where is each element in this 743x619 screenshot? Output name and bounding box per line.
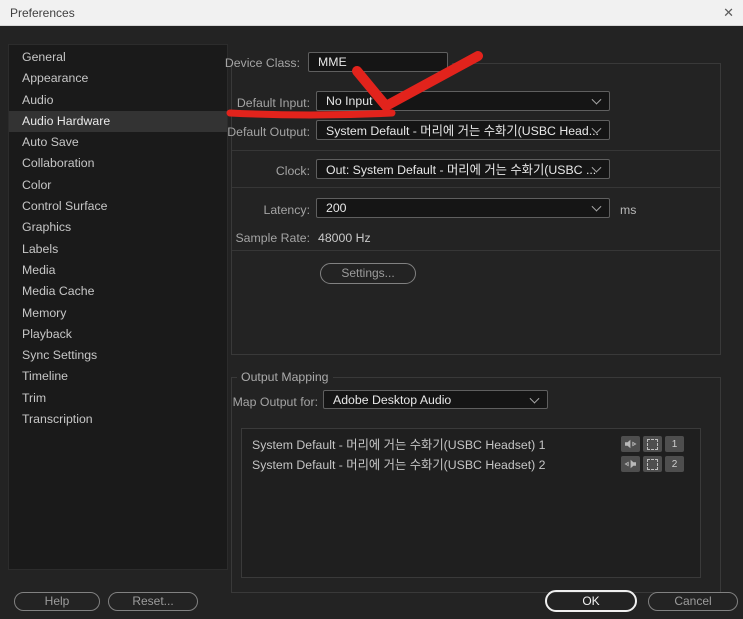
sidebar-item-memory[interactable]: Memory	[9, 303, 227, 324]
channel-name: System Default - 머리에 거는 수화기(USBC Headset…	[252, 458, 546, 472]
clock-label: Clock:	[275, 164, 310, 178]
channel-number-button[interactable]: 2	[665, 456, 684, 472]
channel-speaker-button[interactable]	[621, 456, 640, 472]
map-output-for-dropdown[interactable]: Adobe Desktop Audio	[323, 390, 548, 409]
sidebar-item-auto-save[interactable]: Auto Save	[9, 132, 227, 153]
sidebar-item-label: Collaboration	[22, 156, 95, 171]
chevron-down-icon	[591, 94, 602, 105]
sample-rate-label: Sample Rate:	[235, 231, 310, 245]
channel-map-button[interactable]	[643, 456, 662, 472]
latency-unit: ms	[620, 203, 637, 217]
sidebar-item-collaboration[interactable]: Collaboration	[9, 153, 227, 174]
sidebar-item-transcription[interactable]: Transcription	[9, 409, 227, 430]
chevron-down-icon	[529, 393, 540, 404]
chevron-down-icon	[591, 201, 602, 212]
default-input-dropdown[interactable]: No Input	[316, 91, 610, 111]
channel-name: System Default - 머리에 거는 수화기(USBC Headset…	[252, 438, 546, 452]
reset-button[interactable]: Reset...	[108, 592, 198, 611]
sidebar-item-label: Appearance	[22, 71, 89, 86]
sidebar-item-playback[interactable]: Playback	[9, 324, 227, 345]
channel-speaker-button[interactable]	[621, 436, 640, 452]
default-input-label: Default Input:	[236, 96, 310, 110]
sidebar-item-label: General	[22, 50, 66, 64]
sidebar-item-audio-hardware[interactable]: Audio Hardware	[9, 110, 227, 133]
latency-label: Latency:	[263, 203, 311, 217]
speaker-icon	[625, 439, 637, 449]
sidebar-item-trim[interactable]: Trim	[9, 388, 227, 409]
sidebar-item-media-cache[interactable]: Media Cache	[9, 281, 227, 302]
default-output-value: System Default - 머리에 거는 수화기(USBC Head...	[326, 124, 599, 138]
sidebar-item-label: Audio	[22, 92, 54, 107]
sidebar-item-color[interactable]: Color	[9, 175, 227, 196]
divider	[232, 250, 720, 251]
channel-map-button[interactable]	[643, 436, 662, 452]
sidebar-item-label: Memory	[22, 305, 67, 320]
cancel-button[interactable]: Cancel	[648, 592, 738, 611]
sidebar-item-label: Sync Settings	[22, 348, 98, 363]
output-mapping-section-label: Output Mapping	[237, 370, 333, 384]
sidebar: General Appearance Audio Audio Hardware Auto…	[8, 44, 228, 570]
mapping-square-icon	[647, 438, 658, 450]
mapping-square-icon	[647, 458, 658, 470]
clock-dropdown[interactable]: Out: System Default - 머리에 거는 수화기(USBC ..…	[316, 159, 610, 179]
sidebar-item-label: Color	[22, 177, 52, 192]
divider	[232, 150, 720, 151]
channel-buttons: 2	[621, 456, 684, 472]
settings-button[interactable]: Settings...	[320, 263, 416, 284]
sidebar-item-label: Control Surface	[22, 199, 108, 214]
sidebar-item-label: Timeline	[22, 369, 69, 384]
default-output-label: Default Output:	[227, 125, 310, 139]
sidebar-item-label: Graphics	[22, 220, 72, 235]
speaker-icon	[624, 459, 636, 469]
ok-button[interactable]: OK	[545, 590, 637, 612]
sample-rate-value: 48000 Hz	[318, 231, 371, 245]
sidebar-item-label: Media Cache	[22, 284, 95, 299]
sidebar-item-sync-settings[interactable]: Sync Settings	[9, 345, 227, 366]
device-class-dropdown[interactable]: MME	[308, 52, 448, 72]
channel-buttons: 1	[621, 436, 684, 452]
sidebar-item-timeline[interactable]: Timeline	[9, 366, 227, 387]
sidebar-item-label: Media	[22, 262, 56, 277]
device-class-label: Device Class:	[224, 56, 300, 70]
sidebar-item-label: Playback	[22, 326, 72, 341]
output-channel-list: System Default - 머리에 거는 수화기(USBC Headset…	[241, 428, 701, 578]
channel-number-button[interactable]: 1	[665, 436, 684, 452]
sidebar-item-general[interactable]: General	[9, 47, 227, 68]
sidebar-item-audio[interactable]: Audio	[9, 90, 227, 111]
default-output-dropdown[interactable]: System Default - 머리에 거는 수화기(USBC Head...	[316, 120, 610, 140]
default-input-value: No Input	[326, 94, 373, 108]
titlebar: Preferences ✕	[0, 0, 743, 26]
sidebar-item-label: Transcription	[22, 412, 93, 427]
latency-dropdown[interactable]: 200	[316, 198, 610, 218]
sidebar-item-label: Audio Hardware	[22, 113, 111, 128]
clock-value: Out: System Default - 머리에 거는 수화기(USBC ..…	[326, 163, 597, 177]
sidebar-item-control-surface[interactable]: Control Surface	[9, 196, 227, 217]
sidebar-item-label: Labels	[22, 241, 59, 256]
preferences-dialog: Preferences ✕ General Appearance Audio Audi…	[0, 0, 743, 619]
sidebar-item-media[interactable]: Media	[9, 260, 227, 281]
latency-value: 200	[326, 201, 347, 215]
window-title: Preferences	[10, 5, 75, 20]
sidebar-item-labels[interactable]: Labels	[9, 239, 227, 260]
map-output-for-label: Map Output for:	[232, 395, 318, 409]
device-class-value: MME	[318, 55, 347, 69]
sidebar-item-graphics[interactable]: Graphics	[9, 217, 227, 238]
divider	[232, 187, 720, 188]
sidebar-item-label: Auto Save	[22, 135, 79, 150]
channel-row: System Default - 머리에 거는 수화기(USBC Headset…	[242, 434, 700, 454]
help-button[interactable]: Help	[14, 592, 100, 611]
sidebar-item-label: Trim	[22, 390, 47, 405]
channel-row: System Default - 머리에 거는 수화기(USBC Headset…	[242, 454, 700, 474]
close-icon[interactable]: ✕	[723, 4, 734, 22]
sidebar-item-appearance[interactable]: Appearance	[9, 68, 227, 89]
map-output-for-value: Adobe Desktop Audio	[333, 392, 452, 407]
